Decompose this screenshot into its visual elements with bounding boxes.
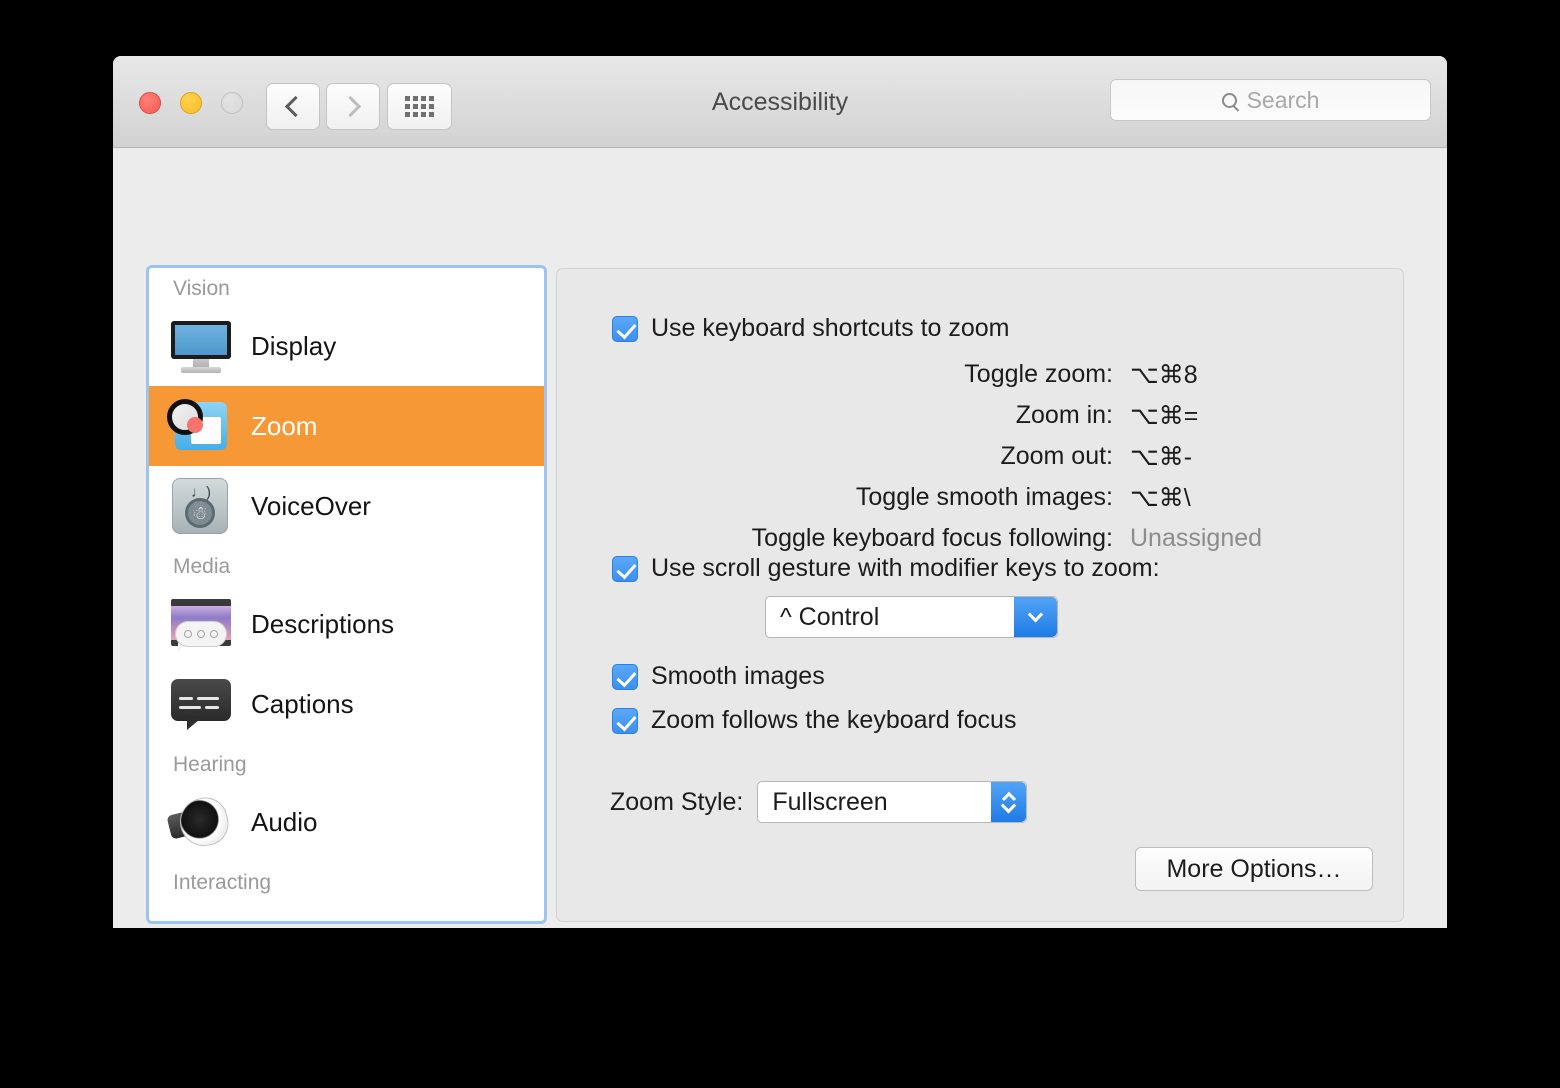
shortcut-row: Zoom in: ⌥⌘= — [557, 401, 1403, 431]
sidebar-item-voiceover[interactable]: ♩) ☃ VoiceOver — [149, 466, 544, 546]
smooth-images-checkbox[interactable]: Smooth images — [612, 662, 825, 691]
sidebar-item-audio[interactable]: Audio — [149, 782, 544, 862]
checkbox-label: Smooth images — [651, 662, 825, 690]
shortcut-row: Toggle smooth images: ⌥⌘\ — [557, 483, 1403, 513]
display-icon — [165, 315, 237, 377]
sidebar-item-descriptions[interactable]: Descriptions — [149, 584, 544, 664]
zoom-style-label: Zoom Style: — [610, 787, 744, 816]
sidebar-item-captions[interactable]: Captions — [149, 664, 544, 744]
checkbox-icon[interactable] — [612, 663, 638, 690]
checkbox-label: Use keyboard shortcuts to zoom — [651, 314, 1010, 342]
audio-icon — [165, 791, 237, 853]
sidebar-item-label: Display — [251, 330, 337, 361]
accessibility-preferences-window: Accessibility Search Vision Display Zoom — [113, 56, 1447, 928]
descriptions-icon — [165, 593, 237, 655]
search-placeholder: Search — [1246, 86, 1320, 113]
modifier-key-value: ^ Control — [780, 602, 880, 631]
zoom-style-dropdown[interactable]: Fullscreen — [757, 781, 1028, 823]
shortcut-value[interactable]: Unassigned — [1113, 524, 1383, 553]
shortcut-key-label: Zoom out: — [1000, 442, 1113, 470]
checkbox-label: Use scroll gesture with modifier keys to… — [651, 554, 1160, 582]
sidebar-item-label: Captions — [251, 688, 354, 719]
sidebar-item-label: Zoom — [251, 410, 318, 441]
shortcut-key-label: Zoom in: — [1015, 401, 1113, 429]
use-keyboard-shortcuts-checkbox[interactable]: Use keyboard shortcuts to zoom — [612, 314, 1010, 343]
zoom-style-row: Zoom Style: Fullscreen — [610, 781, 1028, 823]
chevron-up-down-icon[interactable] — [991, 782, 1027, 822]
shortcut-row: Zoom out: ⌥⌘- — [557, 442, 1403, 472]
zoom-style-value: Fullscreen — [772, 787, 888, 816]
window-toolbar: Accessibility Search — [113, 56, 1447, 148]
sidebar-group-interacting: Interacting — [173, 871, 272, 894]
chevron-down-icon[interactable] — [1014, 597, 1057, 637]
shortcut-row: Toggle keyboard focus following: Unassig… — [557, 524, 1403, 553]
checkbox-label: Zoom follows the keyboard focus — [651, 706, 1017, 734]
use-scroll-gesture-checkbox[interactable]: Use scroll gesture with modifier keys to… — [612, 554, 1160, 583]
sidebar-item-display[interactable]: Display — [149, 306, 544, 386]
sidebar-group-hearing: Hearing — [173, 753, 247, 776]
shortcut-key-label: Toggle zoom: — [964, 360, 1113, 388]
shortcut-key-label: Toggle keyboard focus following: — [751, 524, 1113, 552]
checkbox-icon[interactable] — [612, 555, 638, 582]
sidebar-item-label: Descriptions — [251, 608, 395, 639]
search-input[interactable]: Search — [1110, 79, 1431, 121]
shortcut-value[interactable]: ⌥⌘= — [1113, 401, 1383, 431]
zoom-settings-panel: Use keyboard shortcuts to zoom Toggle zo… — [556, 268, 1404, 922]
modifier-key-dropdown[interactable]: ^ Control — [765, 596, 1058, 638]
shortcut-value[interactable]: ⌥⌘\ — [1113, 483, 1383, 513]
sidebar-group-media: Media — [173, 555, 231, 578]
captions-icon — [165, 673, 237, 735]
shortcut-value[interactable]: ⌥⌘- — [1113, 442, 1383, 472]
window-body: Vision Display Zoom ♩) ☃ VoiceOver Media… — [113, 148, 1447, 928]
category-sidebar[interactable]: Vision Display Zoom ♩) ☃ VoiceOver Media… — [146, 265, 547, 924]
voiceover-icon: ♩) ☃ — [165, 475, 237, 537]
zoom-follows-focus-checkbox[interactable]: Zoom follows the keyboard focus — [612, 706, 1016, 735]
shortcut-key-label: Toggle smooth images: — [855, 483, 1113, 511]
sidebar-item-label: VoiceOver — [251, 490, 371, 521]
shortcut-row: Toggle zoom: ⌥⌘8 — [557, 360, 1403, 390]
more-options-button[interactable]: More Options… — [1135, 847, 1373, 891]
checkbox-icon[interactable] — [612, 707, 638, 734]
sidebar-item-zoom[interactable]: Zoom — [149, 386, 544, 466]
checkbox-icon[interactable] — [612, 315, 638, 342]
shortcut-list: Toggle zoom: ⌥⌘8 Zoom in: ⌥⌘= Zoom out: … — [557, 360, 1403, 564]
shortcut-value[interactable]: ⌥⌘8 — [1113, 360, 1383, 390]
sidebar-item-label: Audio — [251, 806, 318, 837]
search-icon — [1221, 92, 1237, 108]
sidebar-group-vision: Vision — [173, 277, 230, 300]
zoom-icon — [165, 395, 237, 457]
